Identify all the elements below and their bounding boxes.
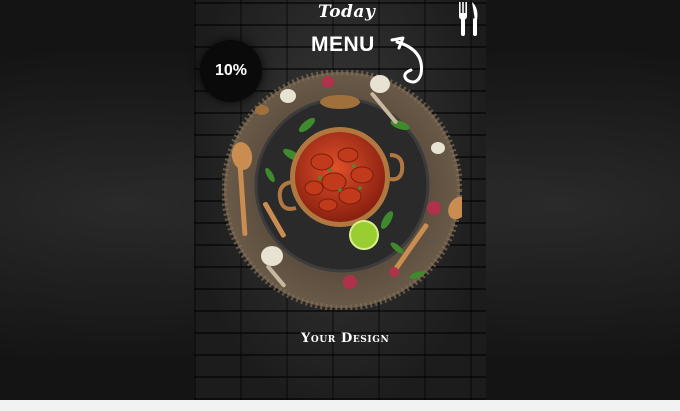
footer-caption: Your Design	[301, 331, 390, 346]
heading-main: MENU	[311, 33, 375, 56]
lime-slice	[349, 220, 379, 250]
bottom-strip	[0, 400, 680, 411]
fork-and-knife-icon	[459, 2, 478, 36]
food-display-image	[222, 70, 462, 310]
heading-script: Today	[318, 2, 376, 22]
